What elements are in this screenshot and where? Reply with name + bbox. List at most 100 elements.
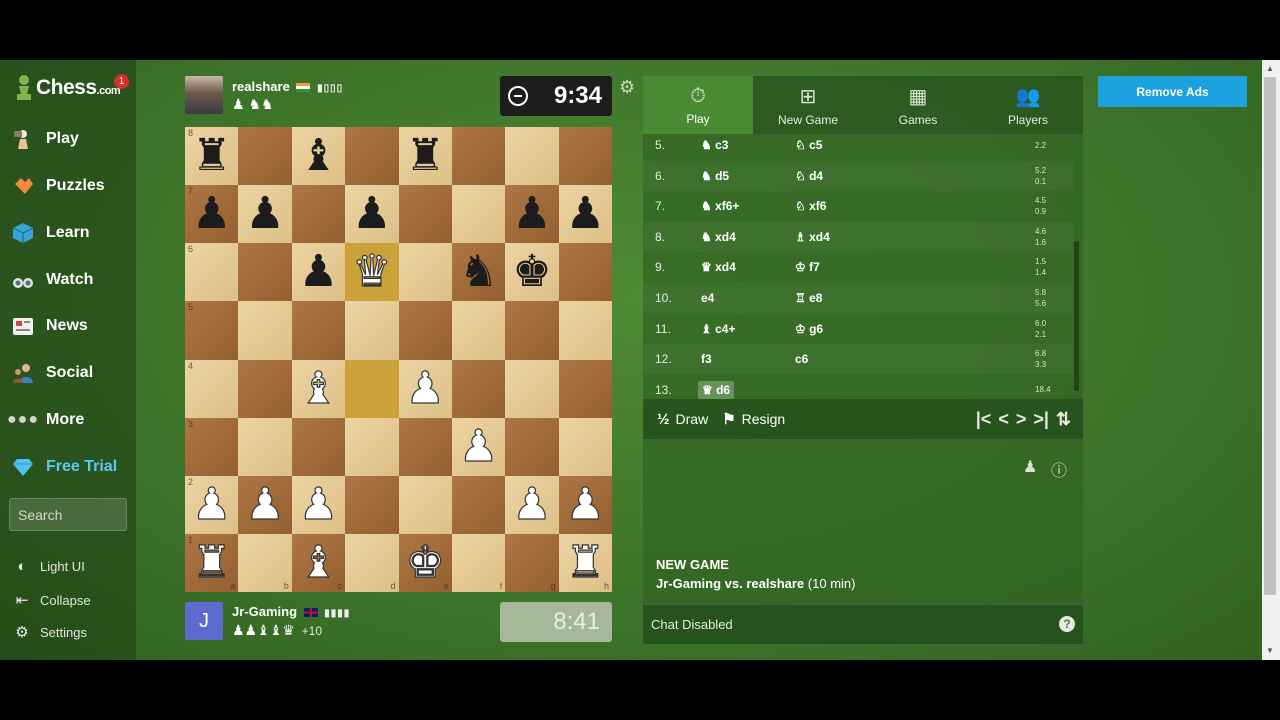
square-f8[interactable] (451, 127, 506, 186)
square-d1[interactable]: d (345, 533, 399, 592)
square-b4[interactable] (238, 359, 292, 418)
search-input[interactable]: Search (9, 498, 127, 531)
square-e3[interactable] (398, 417, 452, 476)
square-b8[interactable] (238, 127, 292, 186)
square-e4[interactable]: ♟ (398, 359, 452, 418)
square-a7[interactable]: 7 ♟ (185, 185, 239, 244)
square-e1[interactable]: e ♚ (398, 533, 452, 592)
black-knight-icon[interactable]: ♞ (459, 250, 498, 294)
white-pawn-icon[interactable]: ♟ (565, 482, 606, 527)
nav-puzzles[interactable]: Puzzles (10, 171, 105, 201)
square-d8[interactable] (345, 127, 399, 186)
nav-social[interactable]: Social (10, 358, 93, 388)
square-g1[interactable]: g (505, 533, 559, 592)
white-king-icon[interactable]: ♚ (405, 540, 446, 585)
white-move[interactable]: ♝ c4+ (701, 322, 735, 336)
black-rook-icon[interactable]: ♜ (192, 134, 231, 178)
square-g7[interactable]: ♟ (505, 185, 559, 244)
black-rook-icon[interactable]: ♜ (405, 134, 444, 178)
square-b3[interactable] (238, 417, 292, 476)
square-e7[interactable] (398, 185, 452, 244)
square-h7[interactable]: ♟ (558, 185, 612, 244)
bottom-player-name[interactable]: Jr-Gaming (232, 604, 297, 619)
square-h1[interactable]: h ♜ (558, 533, 612, 592)
black-move[interactable]: ♘ xf6 (795, 199, 826, 213)
square-c2[interactable]: ♟ (291, 475, 346, 534)
white-pawn-icon[interactable]: ♟ (245, 482, 286, 527)
scroll-down-icon[interactable]: ▼ (1266, 646, 1274, 655)
black-move[interactable]: ♘ d4 (795, 169, 823, 183)
square-f3[interactable]: ♟ (451, 417, 506, 476)
white-pawn-icon[interactable]: ♟ (298, 482, 339, 527)
first-move-icon[interactable]: |< (976, 409, 992, 430)
square-f2[interactable] (451, 475, 506, 534)
tab-play[interactable]: ⏱ Play (643, 76, 753, 134)
square-c8[interactable]: ♝ (291, 127, 346, 186)
top-player-avatar[interactable] (185, 76, 223, 114)
nav-light-ui[interactable]: ◐ Light UI (12, 558, 84, 575)
square-h6[interactable] (558, 243, 612, 302)
square-f5[interactable] (451, 301, 506, 360)
square-f4[interactable] (451, 359, 506, 418)
remove-ads-button[interactable]: Remove Ads (1098, 76, 1247, 107)
black-move[interactable]: ♗ xd4 (795, 230, 830, 244)
white-move[interactable]: ♞ xf6+ (701, 199, 739, 213)
scrollbar-thumb[interactable] (1264, 77, 1276, 595)
square-g8[interactable] (505, 127, 559, 186)
bottom-player-avatar[interactable]: J (185, 602, 223, 640)
square-c1[interactable]: c ♝ (291, 533, 346, 592)
chess-board[interactable]: 8 ♜ ♝ ♜ 7 ♟ ♟ ♟ ♟ ♟ 6 ♟ ♛ ♞ ♚ 5 4 ♝ ♟ 3 ♟ 2 ♟ ♟ ♟ ♟ ♟ 1 a ♜ b c ♝ d e ♚ f g h ♜ (185, 127, 612, 592)
white-pawn-icon[interactable]: ♟ (405, 365, 446, 410)
nav-settings[interactable]: ⚙ Settings (12, 623, 87, 641)
tab-games[interactable]: ▦ Games (863, 76, 973, 134)
white-bishop-icon[interactable]: ♝ (298, 365, 339, 410)
square-f1[interactable]: f (451, 533, 506, 592)
nav-news[interactable]: News (10, 311, 88, 341)
white-bishop-icon[interactable]: ♝ (298, 540, 339, 585)
scroll-up-icon[interactable]: ▲ (1266, 64, 1274, 73)
square-d6[interactable]: ♛ (345, 243, 399, 302)
square-b7[interactable]: ♟ (238, 185, 292, 244)
white-move[interactable]: ♞ xd4 (701, 230, 736, 244)
white-move[interactable]: e4 (701, 291, 714, 305)
square-e6[interactable] (398, 243, 452, 302)
square-a1[interactable]: 1 a ♜ (185, 533, 239, 592)
white-pawn-icon[interactable]: ♟ (458, 424, 499, 469)
page-scrollbar[interactable]: ▲ ▼ (1262, 60, 1280, 660)
square-a3[interactable]: 3 (185, 417, 239, 476)
square-a2[interactable]: 2 ♟ (185, 475, 239, 534)
square-a8[interactable]: 8 ♜ (185, 127, 239, 186)
draw-button[interactable]: ½ Draw (657, 411, 708, 428)
nav-more[interactable]: ●●● More (7, 405, 84, 435)
previous-move-icon[interactable]: < (998, 409, 1009, 430)
black-bishop-icon[interactable]: ♝ (299, 134, 338, 178)
square-g5[interactable] (505, 301, 559, 360)
square-d7[interactable]: ♟ (345, 185, 399, 244)
square-g3[interactable] (505, 417, 559, 476)
square-c5[interactable] (291, 301, 346, 360)
square-b5[interactable] (238, 301, 292, 360)
white-move[interactable]: ♞ d5 (701, 169, 729, 183)
square-e5[interactable] (398, 301, 452, 360)
white-move[interactable]: ♞ c3 (701, 138, 728, 152)
square-d4[interactable] (345, 359, 399, 418)
square-g2[interactable]: ♟ (505, 475, 559, 534)
square-b1[interactable]: b (238, 533, 292, 592)
next-move-icon[interactable]: > (1016, 409, 1027, 430)
square-h4[interactable] (558, 359, 612, 418)
white-rook-icon[interactable]: ♜ (191, 540, 232, 585)
white-move[interactable]: ♛ xd4 (701, 260, 736, 274)
square-g6[interactable]: ♚ (505, 243, 559, 302)
square-f6[interactable]: ♞ (451, 243, 506, 302)
square-g4[interactable] (505, 359, 559, 418)
black-move[interactable]: c6 (795, 352, 808, 366)
black-king-icon[interactable]: ♚ (512, 250, 551, 294)
white-queen-icon[interactable]: ♛ (351, 249, 392, 294)
square-c4[interactable]: ♝ (291, 359, 346, 418)
white-move[interactable]: ♛ d6 (698, 380, 735, 399)
board-settings-gear-icon[interactable]: ⚙ (619, 77, 635, 98)
square-h2[interactable]: ♟ (558, 475, 612, 534)
top-player-name[interactable]: realshare (232, 79, 290, 94)
black-pawn-icon[interactable]: ♟ (299, 250, 338, 294)
square-h5[interactable] (558, 301, 612, 360)
